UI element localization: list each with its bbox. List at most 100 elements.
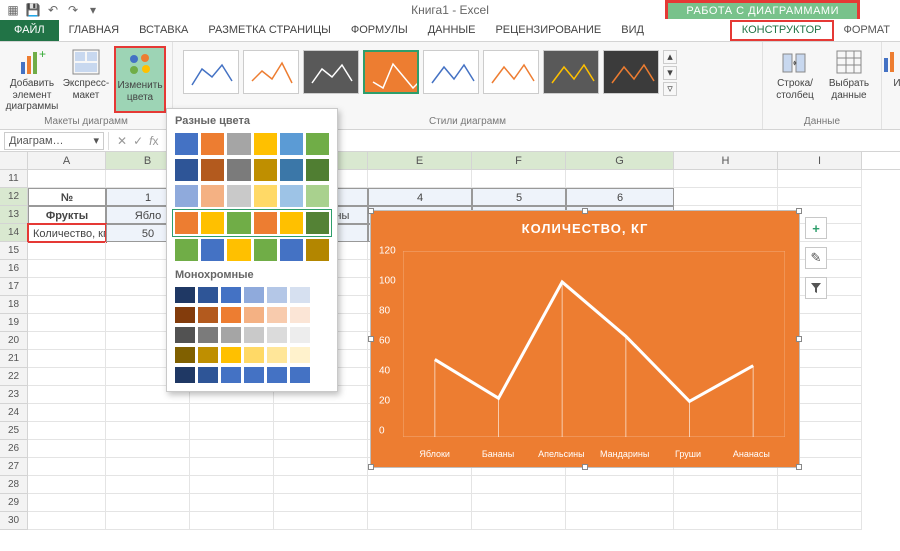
- cell[interactable]: [778, 494, 862, 512]
- row-header[interactable]: 26: [0, 440, 28, 458]
- tab-design[interactable]: КОНСТРУКТОР: [730, 20, 834, 41]
- cell[interactable]: [674, 188, 778, 206]
- tab-file[interactable]: ФАЙЛ: [0, 20, 59, 41]
- row-header[interactable]: 27: [0, 458, 28, 476]
- cell[interactable]: Фрукты: [28, 206, 106, 224]
- cell[interactable]: [778, 476, 862, 494]
- cell[interactable]: [106, 476, 190, 494]
- color-scheme-row[interactable]: [167, 305, 337, 325]
- cell[interactable]: [274, 512, 368, 530]
- cell[interactable]: [28, 512, 106, 530]
- cell[interactable]: [106, 458, 190, 476]
- col-header[interactable]: H: [674, 152, 778, 169]
- cell[interactable]: [190, 422, 274, 440]
- cell[interactable]: [28, 494, 106, 512]
- col-header[interactable]: G: [566, 152, 674, 169]
- add-chart-element-button[interactable]: + Добавить элемент диаграммы: [6, 46, 58, 113]
- cell[interactable]: [368, 512, 472, 530]
- row-header[interactable]: 11: [0, 170, 28, 188]
- row-header[interactable]: 30: [0, 512, 28, 530]
- cell[interactable]: [28, 260, 106, 278]
- row-header[interactable]: 13: [0, 206, 28, 224]
- color-scheme-row[interactable]: [167, 365, 337, 385]
- cell[interactable]: [274, 422, 368, 440]
- cell[interactable]: [190, 512, 274, 530]
- tab-review[interactable]: РЕЦЕНЗИРОВАНИЕ: [485, 20, 611, 41]
- color-scheme-row[interactable]: [167, 183, 337, 209]
- cell[interactable]: [274, 494, 368, 512]
- tab-view[interactable]: ВИД: [611, 20, 654, 41]
- color-scheme-row[interactable]: [167, 285, 337, 305]
- redo-icon[interactable]: ↷: [66, 3, 80, 17]
- color-scheme-row[interactable]: [167, 345, 337, 365]
- cell[interactable]: [472, 512, 566, 530]
- cell[interactable]: [674, 170, 778, 188]
- cell[interactable]: [28, 458, 106, 476]
- switch-row-col-button[interactable]: Строка/ столбец: [769, 46, 821, 101]
- cell[interactable]: [674, 512, 778, 530]
- tab-format[interactable]: ФОРМАТ: [834, 20, 900, 41]
- tab-insert[interactable]: ВСТАВКА: [129, 20, 198, 41]
- row-header[interactable]: 20: [0, 332, 28, 350]
- row-header[interactable]: 25: [0, 422, 28, 440]
- row-header[interactable]: 23: [0, 386, 28, 404]
- cell[interactable]: [28, 332, 106, 350]
- cell[interactable]: [778, 188, 862, 206]
- cell[interactable]: [28, 278, 106, 296]
- chart-style-8[interactable]: [603, 50, 659, 94]
- cell[interactable]: [106, 404, 190, 422]
- chart-style-3[interactable]: [303, 50, 359, 94]
- enter-fx-icon[interactable]: ✓: [133, 134, 143, 148]
- cell[interactable]: [190, 476, 274, 494]
- chart-filter-button[interactable]: [805, 277, 827, 299]
- tab-formulas[interactable]: ФОРМУЛЫ: [341, 20, 418, 41]
- cell[interactable]: [106, 512, 190, 530]
- color-scheme-row[interactable]: [167, 157, 337, 183]
- cell[interactable]: [472, 494, 566, 512]
- chart-style-6[interactable]: [483, 50, 539, 94]
- cell[interactable]: 5: [472, 188, 566, 206]
- cell[interactable]: [274, 458, 368, 476]
- tab-pagelayout[interactable]: РАЗМЕТКА СТРАНИЦЫ: [198, 20, 340, 41]
- color-scheme-row[interactable]: [167, 237, 337, 263]
- cell[interactable]: [274, 404, 368, 422]
- col-header[interactable]: A: [28, 152, 106, 169]
- style-scroll-down[interactable]: ▾: [663, 66, 677, 80]
- cancel-fx-icon[interactable]: ✕: [117, 134, 127, 148]
- style-scroll-up[interactable]: ▴: [663, 50, 677, 64]
- cell[interactable]: [368, 494, 472, 512]
- cell[interactable]: [274, 476, 368, 494]
- row-header[interactable]: 24: [0, 404, 28, 422]
- row-header[interactable]: 14: [0, 224, 28, 242]
- row-header[interactable]: 17: [0, 278, 28, 296]
- chart-style-5[interactable]: [423, 50, 479, 94]
- select-data-button[interactable]: Выбрать данные: [823, 46, 875, 101]
- cell[interactable]: [28, 422, 106, 440]
- chart-style-1[interactable]: [183, 50, 239, 94]
- change-colors-button[interactable]: Изменить цвета: [114, 46, 166, 113]
- cell[interactable]: Количество, кг: [28, 224, 106, 242]
- cell[interactable]: [190, 404, 274, 422]
- cell[interactable]: [106, 422, 190, 440]
- cell[interactable]: [778, 170, 862, 188]
- color-scheme-row[interactable]: [174, 211, 330, 235]
- chart-elements-button[interactable]: +: [805, 217, 827, 239]
- chart-plot-area[interactable]: [403, 251, 785, 437]
- row-header[interactable]: 19: [0, 314, 28, 332]
- cell[interactable]: [674, 476, 778, 494]
- cell[interactable]: [28, 386, 106, 404]
- row-header[interactable]: 21: [0, 350, 28, 368]
- row-header[interactable]: 28: [0, 476, 28, 494]
- row-header[interactable]: 22: [0, 368, 28, 386]
- cell[interactable]: [274, 440, 368, 458]
- cell[interactable]: [106, 494, 190, 512]
- qat-more-icon[interactable]: ▾: [86, 3, 100, 17]
- cell[interactable]: [566, 494, 674, 512]
- select-all-corner[interactable]: [0, 152, 28, 169]
- cell[interactable]: [28, 170, 106, 188]
- cell[interactable]: [28, 368, 106, 386]
- chart-styles-button[interactable]: ✎: [805, 247, 827, 269]
- row-header[interactable]: 18: [0, 296, 28, 314]
- tab-data[interactable]: ДАННЫЕ: [418, 20, 486, 41]
- cell[interactable]: №: [28, 188, 106, 206]
